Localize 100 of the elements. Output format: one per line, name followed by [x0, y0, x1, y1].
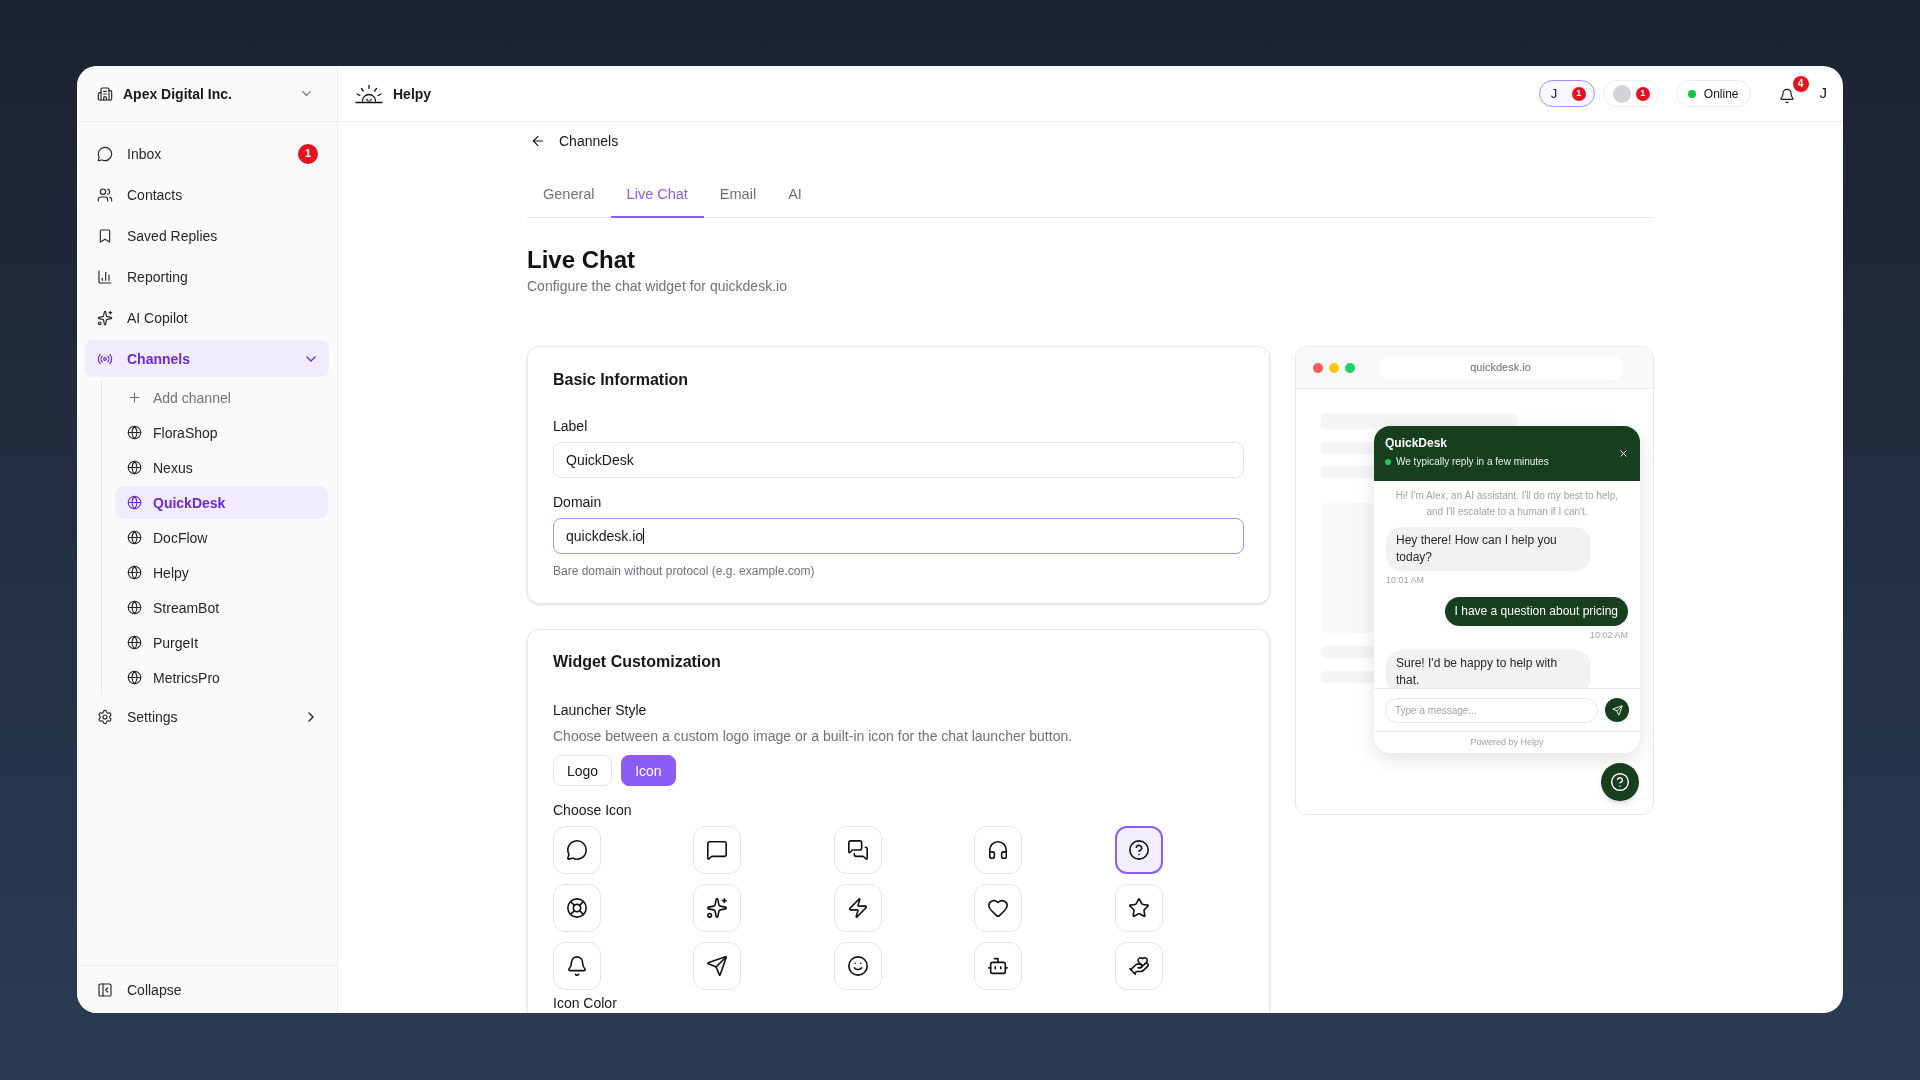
channel-item[interactable]: MetricsPro — [115, 661, 328, 694]
channel-item[interactable]: StreamBot — [115, 591, 328, 624]
paper-plane-icon — [706, 955, 729, 977]
organization-switcher[interactable]: Apex Digital Inc. — [77, 66, 337, 122]
send-button[interactable] — [1605, 698, 1629, 722]
powered-by-text: Powered by Helpy — [1470, 735, 1544, 749]
agent-initial: J — [1549, 84, 1558, 103]
bookmark-icon — [97, 227, 113, 244]
chat-launcher-button[interactable] — [1601, 763, 1639, 801]
help-text: Bare domain without protocol (e.g. example.com) — [553, 563, 816, 579]
page-title: Live Chat — [527, 245, 637, 275]
field-label: Label — [553, 417, 589, 436]
field-description: Choose between a custom logo image or a built-in icon for the chat launcher button. — [553, 727, 1074, 746]
avatar-placeholder — [1612, 84, 1631, 103]
address-bar: quickdesk.io — [1378, 355, 1623, 380]
field-label: Launcher Style — [553, 701, 648, 720]
unread-count-badge: 1 — [298, 143, 318, 164]
tab[interactable]: Email — [703, 172, 773, 218]
agent-chip[interactable]: J 1 — [1538, 80, 1595, 107]
channel-item[interactable]: Helpy — [115, 556, 328, 589]
bot-message-bubble: Sure! I'd be happy to help with that. — [1386, 650, 1591, 688]
collapse-button[interactable]: Collapse — [85, 971, 194, 1008]
notifications-button[interactable]: 4 — [1776, 75, 1809, 108]
sunrise-logo-icon — [355, 83, 383, 104]
sidebar-nav-item[interactable]: Reporting — [85, 258, 329, 295]
launcher-style-button[interactable]: Icon — [621, 755, 676, 786]
card-title: Basic Information — [553, 370, 690, 390]
globe-icon — [127, 565, 142, 580]
square-chat-bubble-icon — [706, 839, 729, 861]
chat-widget-subtitle: We typically reply in a few minutes — [1396, 455, 1549, 469]
sidebar-nav-item[interactable]: Saved Replies — [85, 217, 329, 254]
channel-item[interactable]: Nexus — [115, 451, 328, 484]
send-icon — [1611, 704, 1623, 716]
two-chat-bubbles-icon — [846, 839, 869, 861]
panel-collapse-icon — [97, 981, 113, 998]
channel-item[interactable]: PurgeIt — [115, 626, 328, 659]
channel-item[interactable]: QuickDesk — [115, 486, 328, 519]
robot-icon — [987, 955, 1010, 977]
bell-icon — [1778, 87, 1795, 104]
settings-icon — [97, 708, 113, 725]
tab[interactable]: AI — [772, 172, 818, 218]
tab[interactable]: General — [527, 172, 611, 218]
launcher-style-button[interactable]: Logo — [553, 755, 613, 786]
tab[interactable]: Live Chat — [610, 172, 704, 218]
globe-icon — [127, 495, 142, 510]
plus-icon — [127, 390, 142, 405]
card-title: Widget Customization — [553, 652, 722, 672]
headphones-icon — [987, 839, 1010, 861]
sidebar-nav-item[interactable]: AI Copilot — [85, 299, 329, 336]
globe-icon — [127, 600, 142, 615]
lightning-bolt-icon — [846, 897, 869, 919]
question-mark-circle-icon — [1127, 839, 1150, 861]
app-name: Helpy — [393, 84, 432, 104]
sidebar-nav-item[interactable]: Channels — [85, 340, 329, 377]
notification-count-badge: 4 — [1792, 75, 1809, 92]
people-icon — [97, 186, 113, 203]
bot-message-bubble: Hey there! How can I help you today? — [1386, 527, 1591, 571]
field-label: Choose Icon — [553, 801, 633, 820]
round-chat-bubble-icon — [566, 839, 588, 861]
text-input[interactable]: quickdesk.io — [553, 518, 1244, 554]
add-channel-item[interactable]: Add channel — [115, 381, 328, 414]
chat-bubble-icon — [97, 145, 113, 162]
smiley-face-icon — [846, 955, 869, 977]
message-time: 10:01 AM — [1386, 574, 1425, 586]
message-time: 10:02 AM — [1589, 629, 1628, 641]
field-label: Icon Color — [553, 995, 618, 1011]
channel-item[interactable]: DocFlow — [115, 521, 328, 554]
skeleton-line — [1321, 466, 1374, 478]
channel-item[interactable]: FloraShop — [115, 416, 328, 449]
globe-icon — [127, 635, 142, 650]
text-cursor — [643, 528, 645, 544]
breadcrumb-title: Channels — [559, 132, 619, 151]
globe-icon — [127, 425, 142, 440]
icon-option[interactable] — [1114, 826, 1163, 874]
star-icon — [1127, 897, 1150, 919]
system-message: Hi! I'm Alex, an AI assistant. I'll do my best to help, and I'll escalate to a human if I can't. — [1394, 489, 1620, 519]
agent-chip[interactable]: 1 — [1602, 80, 1659, 107]
skeleton-line — [1321, 442, 1374, 454]
user-avatar[interactable]: J — [1819, 82, 1827, 105]
sparkles-icon — [97, 309, 113, 326]
bar-chart-icon — [97, 268, 113, 285]
globe-icon — [127, 670, 142, 685]
heart-icon — [987, 897, 1010, 919]
chat-widget-title: QuickDesk — [1385, 435, 1449, 451]
count-badge: 1 — [1571, 86, 1586, 101]
count-badge: 1 — [1635, 86, 1650, 101]
page-subtitle: Configure the chat widget for quickdesk.io — [527, 277, 788, 296]
sparkles-icon — [706, 897, 729, 919]
lifebuoy-icon — [566, 897, 588, 919]
sidebar-nav-item[interactable]: Settings — [85, 698, 329, 735]
sidebar-nav-item[interactable]: Contacts — [85, 176, 329, 213]
hand-with-heart-icon — [1127, 955, 1150, 977]
bell-icon — [566, 955, 588, 977]
question-mark-circle-icon — [1610, 772, 1630, 792]
building-icon — [97, 85, 113, 102]
text-input[interactable]: QuickDesk — [553, 442, 1244, 478]
sidebar-nav-item[interactable]: Inbox 1 — [85, 135, 329, 172]
globe-icon — [127, 530, 142, 545]
close-icon[interactable] — [1618, 448, 1629, 459]
globe-icon — [127, 460, 142, 475]
